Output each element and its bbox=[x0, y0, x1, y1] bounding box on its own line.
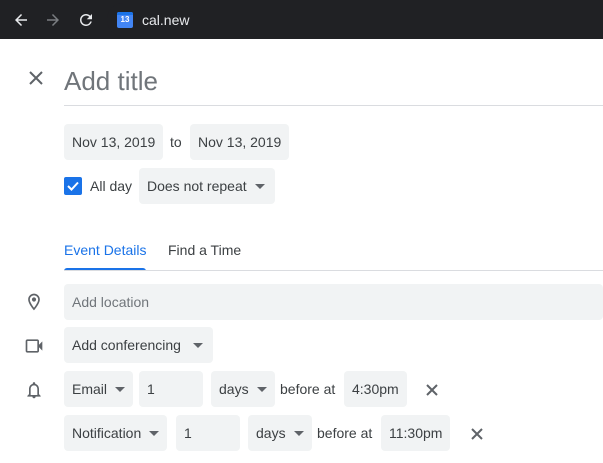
caret-down-icon bbox=[293, 430, 304, 436]
remove-notification-icon[interactable] bbox=[467, 424, 487, 444]
caret-down-icon bbox=[254, 183, 265, 189]
calendar-favicon-icon: 13 bbox=[117, 12, 133, 28]
notification-unit-value: days bbox=[219, 381, 249, 397]
location-input[interactable]: Add location bbox=[64, 284, 603, 320]
end-date-button[interactable]: Nov 13, 2019 bbox=[190, 124, 290, 160]
start-date-button[interactable]: Nov 13, 2019 bbox=[64, 124, 164, 160]
all-day-checkbox[interactable] bbox=[64, 177, 82, 195]
notification-unit-dropdown[interactable]: days bbox=[248, 415, 312, 451]
notification-amount-input[interactable]: 1 bbox=[176, 415, 240, 451]
repeat-value: Does not repeat bbox=[147, 178, 247, 194]
caret-down-icon bbox=[256, 386, 267, 392]
notification-unit-value: days bbox=[256, 425, 286, 441]
caret-down-icon bbox=[192, 342, 203, 348]
notification-method-value: Notification bbox=[72, 425, 142, 441]
back-arrow-icon[interactable] bbox=[10, 9, 32, 31]
checkmark-icon bbox=[67, 181, 79, 191]
notification-method-dropdown[interactable]: Notification bbox=[64, 415, 168, 451]
remove-notification-icon[interactable] bbox=[422, 380, 442, 400]
tab-event-details[interactable]: Event Details bbox=[64, 232, 147, 271]
repeat-dropdown[interactable]: Does not repeat bbox=[139, 168, 275, 204]
title-input[interactable] bbox=[64, 58, 603, 106]
notification-method-dropdown[interactable]: Email bbox=[64, 371, 134, 407]
before-at-label: before at bbox=[280, 381, 336, 397]
caret-down-icon bbox=[149, 430, 160, 436]
tab-divider bbox=[64, 270, 603, 271]
video-camera-icon bbox=[22, 334, 46, 358]
notification-amount-input[interactable]: 1 bbox=[139, 371, 203, 407]
location-pin-icon bbox=[22, 290, 46, 314]
conferencing-label: Add conferencing bbox=[72, 337, 181, 353]
before-at-label: before at bbox=[317, 425, 373, 441]
reload-icon[interactable] bbox=[75, 9, 97, 31]
bell-icon bbox=[22, 378, 46, 402]
all-day-label: All day bbox=[90, 178, 133, 194]
forward-arrow-icon[interactable] bbox=[42, 9, 64, 31]
close-icon[interactable] bbox=[24, 66, 48, 90]
tab-find-a-time[interactable]: Find a Time bbox=[168, 232, 241, 270]
browser-toolbar: 13 cal.new bbox=[0, 0, 603, 39]
to-label: to bbox=[170, 134, 182, 150]
notification-unit-dropdown[interactable]: days bbox=[211, 371, 275, 407]
add-conferencing-dropdown[interactable]: Add conferencing bbox=[64, 327, 213, 363]
notification-time-button[interactable]: 11:30pm bbox=[381, 415, 451, 451]
favicon-text: 13 bbox=[120, 15, 130, 24]
url-text[interactable]: cal.new bbox=[142, 12, 189, 28]
caret-down-icon bbox=[115, 386, 126, 392]
notification-method-value: Email bbox=[72, 381, 108, 397]
notification-time-button[interactable]: 4:30pm bbox=[344, 371, 407, 407]
